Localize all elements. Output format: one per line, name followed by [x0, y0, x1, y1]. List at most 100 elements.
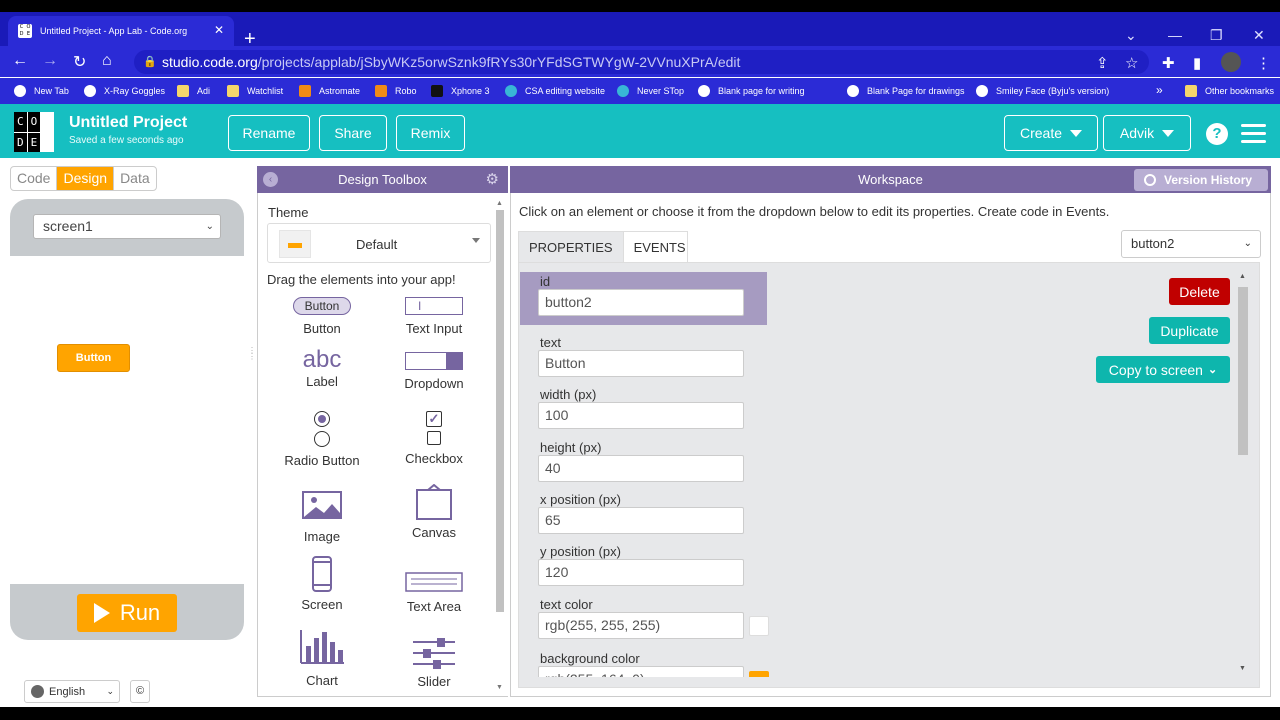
user-menu-button[interactable]: Advik [1103, 115, 1191, 151]
tab-data[interactable]: Data [114, 167, 156, 190]
scroll-thumb[interactable] [496, 210, 504, 612]
bookmark-item[interactable]: New Tab [14, 85, 69, 97]
forward-icon[interactable]: → [42, 52, 58, 70]
lock-icon: 🔒 [143, 56, 157, 68]
bookmark-item[interactable]: Watchlist [227, 85, 283, 97]
width-input[interactable]: 100 [538, 402, 744, 429]
background-color-input[interactable]: rgb(255, 164, 0) [538, 666, 744, 677]
scroll-down-icon[interactable]: ▼ [1239, 665, 1246, 672]
tool-canvas[interactable]: Canvas [379, 483, 489, 540]
globe-icon [976, 85, 988, 97]
browser-tab[interactable]: CODE Untitled Project - App Lab - Code.o… [8, 16, 234, 46]
create-menu-button[interactable]: Create [1004, 115, 1098, 151]
hamburger-menu-icon[interactable] [1241, 124, 1266, 148]
rename-button[interactable]: Rename [228, 115, 310, 151]
gear-icon[interactable]: ⚙ [486, 166, 499, 193]
share-button[interactable]: Share [319, 115, 387, 151]
slider-tool-icon [413, 638, 455, 669]
bookmark-item[interactable]: Blank Page for drawings [847, 85, 965, 97]
id-input[interactable]: button2 [538, 289, 744, 316]
bookmark-star-icon[interactable]: ☆ [1125, 54, 1138, 72]
collapse-icon[interactable]: ‹ [263, 172, 278, 187]
tool-button[interactable]: Button Button [267, 297, 377, 336]
tool-label[interactable]: abc Label [267, 346, 377, 389]
resize-grip-icon[interactable]: ⋮ ⋮ [248, 347, 256, 361]
workspace-scrollbar[interactable]: ▲ ▼ [1236, 273, 1250, 679]
text-input[interactable]: Button [538, 350, 744, 377]
screen-select[interactable]: screen1 ⌄ [33, 214, 221, 239]
y-position-input[interactable]: 120 [538, 559, 744, 586]
tab-properties[interactable]: PROPERTIES [519, 232, 624, 262]
tab-code[interactable]: Code [11, 167, 58, 190]
tab-search-icon[interactable]: ⌄ [1125, 27, 1137, 44]
language-select[interactable]: English ⌄ [24, 680, 120, 703]
profile-avatar[interactable] [1221, 52, 1241, 72]
text-color-input[interactable]: rgb(255, 255, 255) [538, 612, 744, 639]
url-bar[interactable]: 🔒 studio.code.org/projects/applab/jSbyWKz… [134, 50, 1149, 74]
bookmark-item[interactable]: Astromate [299, 85, 360, 97]
tab-design[interactable]: Design [57, 167, 115, 190]
delete-button[interactable]: Delete [1169, 278, 1230, 305]
tool-slider[interactable]: Slider [379, 637, 489, 689]
tool-image[interactable]: Image [267, 491, 377, 544]
bookmark-item[interactable]: CSA editing website [505, 85, 605, 97]
bookmark-item[interactable]: Smiley Face (Byju's version) [976, 85, 1109, 97]
sidebar-icon[interactable]: ▮ [1193, 54, 1201, 72]
background-color-swatch[interactable] [749, 671, 769, 677]
minimize-icon[interactable]: — [1168, 27, 1182, 43]
tool-checkbox[interactable]: ✓ Checkbox [379, 411, 489, 466]
app-preview-button[interactable]: Button [57, 344, 130, 372]
help-icon[interactable]: ? [1206, 123, 1228, 145]
tool-radio-button[interactable]: Radio Button [267, 411, 377, 468]
other-bookmarks[interactable]: Other bookmarks [1185, 85, 1274, 97]
reload-icon[interactable]: ↻ [73, 52, 86, 72]
tab-close-icon[interactable]: ✕ [214, 23, 224, 37]
scroll-down-icon[interactable]: ▼ [496, 684, 503, 691]
copy-to-screen-button[interactable]: Copy to screen ⌄ [1096, 356, 1230, 383]
bottom-edge [0, 707, 1280, 720]
copyright-button[interactable]: © [130, 680, 150, 703]
text-color-swatch[interactable] [749, 616, 769, 636]
bookmark-item[interactable]: Robo [375, 85, 417, 97]
app-preview-screen[interactable] [10, 256, 244, 584]
dropdown-tool-icon [405, 352, 463, 370]
share-page-icon[interactable]: ⇪ [1096, 54, 1109, 72]
remix-button[interactable]: Remix [396, 115, 465, 151]
scroll-up-icon[interactable]: ▲ [496, 200, 503, 207]
checkbox-tool-icon: ✓ [426, 411, 442, 427]
scroll-up-icon[interactable]: ▲ [1239, 273, 1246, 280]
element-select[interactable]: button2 ⌄ [1121, 230, 1261, 258]
button-tool-icon: Button [293, 297, 351, 315]
height-input[interactable]: 40 [538, 455, 744, 482]
tool-screen[interactable]: Screen [267, 556, 377, 612]
duplicate-button[interactable]: Duplicate [1149, 317, 1230, 344]
bookmarks-bar: New Tab X-Ray Goggles Adi Watchlist Astr… [0, 78, 1280, 104]
tool-dropdown[interactable]: Dropdown [379, 352, 489, 391]
browser-menu-icon[interactable]: ⋮ [1256, 54, 1271, 72]
bookmark-item[interactable]: X-Ray Goggles [84, 85, 165, 97]
x-position-input[interactable]: 65 [538, 507, 744, 534]
extensions-icon[interactable]: ✚ [1162, 54, 1175, 72]
toolbox-scrollbar[interactable]: ▲ ▼ [494, 200, 505, 692]
tool-text-input[interactable]: I Text Input [379, 297, 489, 336]
tool-text-area[interactable]: Text Area [379, 572, 489, 614]
bookmark-item[interactable]: Blank page for writing [698, 85, 805, 97]
home-icon[interactable]: ⌂ [102, 52, 112, 70]
back-icon[interactable]: ← [12, 52, 28, 70]
scroll-thumb[interactable] [1238, 287, 1248, 455]
bookmark-item[interactable]: Adi [177, 85, 210, 97]
bookmark-item[interactable]: Never STop [617, 85, 684, 97]
theme-select[interactable]: Default [267, 223, 491, 263]
tab-events[interactable]: EVENTS [624, 232, 696, 262]
run-button[interactable]: Run [77, 594, 177, 632]
more-bookmarks-icon[interactable]: » [1156, 83, 1163, 97]
tool-chart[interactable]: Chart [267, 630, 377, 688]
window-close-icon[interactable]: ✕ [1253, 27, 1265, 44]
version-history-button[interactable]: Version History [1134, 169, 1268, 191]
page-icon [177, 85, 189, 97]
maximize-icon[interactable]: ❐ [1210, 27, 1223, 44]
codeorg-logo[interactable]: C O D E [14, 112, 54, 152]
globe-icon [698, 85, 710, 97]
bookmark-item[interactable]: Xphone 3 [431, 85, 490, 97]
phone-screen-tool-icon [312, 556, 332, 592]
